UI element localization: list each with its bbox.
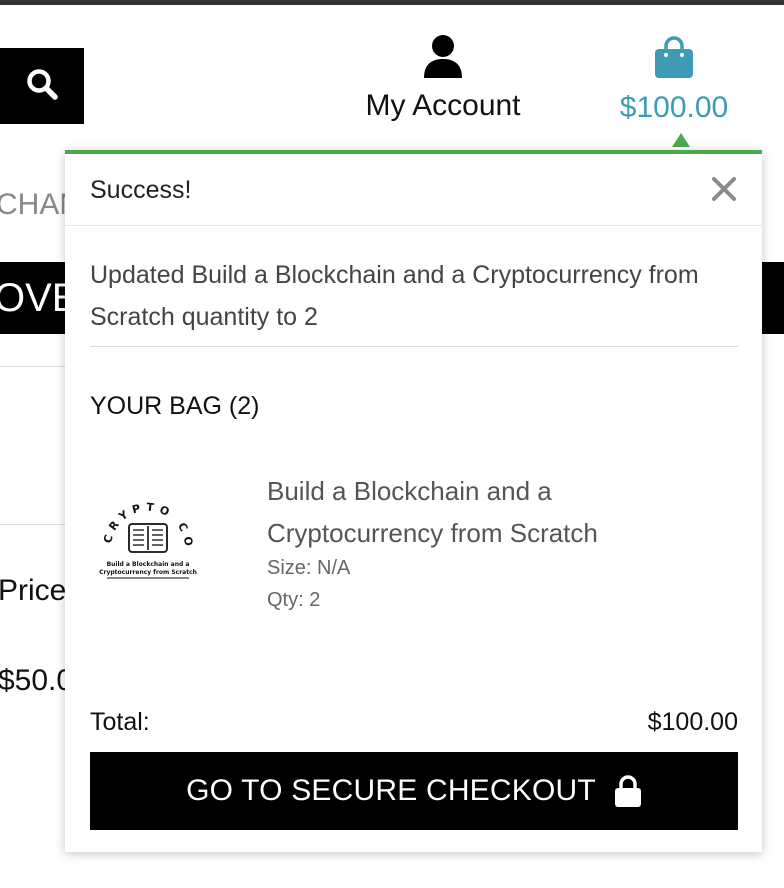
shopping-bag-icon (654, 36, 694, 82)
bg-price-value: $50.0 (0, 664, 74, 697)
checkout-label: GO TO SECURE CHECKOUT (186, 774, 596, 807)
product-thumbnail[interactable]: CRYPTO COURSE Build a Blockchain and a C… (86, 476, 203, 596)
cart-total: $100.00 (619, 91, 729, 124)
search-button[interactable] (0, 48, 84, 124)
bag-title: YOUR BAG (2) (90, 392, 260, 420)
my-account-label: My Account (365, 89, 521, 122)
user-icon (423, 35, 463, 84)
total-value: $100.00 (647, 708, 738, 736)
divider (90, 346, 738, 347)
bg-price-label: Price (0, 574, 67, 607)
popup-pointer (672, 133, 690, 147)
top-border (0, 0, 784, 5)
product-qty: Qty: 2 (267, 589, 321, 611)
success-message: Updated Build a Blockchain and a Cryptoc… (90, 261, 699, 331)
my-account-link[interactable]: My Account (352, 34, 534, 123)
book-icon (128, 523, 168, 553)
thumb-caption-line1: Build a Blockchain and a (107, 561, 190, 568)
popup-header: Success! (65, 154, 762, 226)
popup-title: Success! (90, 176, 192, 204)
thumb-caption-line2: Cryptocurrency from Scratch (99, 569, 197, 576)
svg-text:CRYPTO COURSE: CRYPTO COURSE (93, 486, 196, 551)
secure-checkout-button[interactable]: GO TO SECURE CHECKOUT (90, 752, 738, 830)
thumb-arc-text: CRYPTO COURSE (86, 476, 190, 551)
total-label: Total: (90, 708, 150, 736)
close-icon[interactable] (707, 172, 741, 206)
divider (0, 524, 70, 525)
cart-link[interactable]: $100.00 (610, 36, 738, 125)
lock-icon (614, 775, 642, 807)
product-size: Size: N/A (267, 557, 351, 579)
divider (0, 366, 70, 367)
product-name-link[interactable]: Build a Blockchain and a Cryptocurrency … (267, 470, 687, 554)
cart-popup: Success! Updated Build a Blockchain and … (65, 150, 762, 852)
search-icon (25, 67, 59, 106)
